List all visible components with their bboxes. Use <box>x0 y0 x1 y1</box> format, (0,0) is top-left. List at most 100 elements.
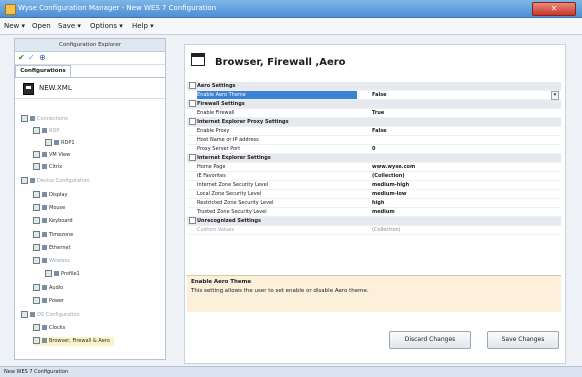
menu-options[interactable]: Options ▾ <box>90 22 123 30</box>
keyboard-icon <box>42 218 47 223</box>
save-changes-button[interactable]: Save Changes <box>487 331 559 349</box>
property-row[interactable]: Host Name or IP address <box>187 136 561 145</box>
tree-connections[interactable]: Connections <box>21 115 68 124</box>
network-icon <box>42 245 47 250</box>
tree-citrix[interactable]: Citrix <box>33 163 62 172</box>
wireless-icon <box>54 271 59 276</box>
tree-rdp1[interactable]: RDP1 <box>45 139 75 148</box>
tree-display[interactable]: Display <box>33 191 67 200</box>
property-row[interactable]: Enable Proxy False <box>187 127 561 136</box>
tree-vm-view[interactable]: VM View <box>33 151 70 160</box>
checkbox[interactable] <box>45 270 52 277</box>
checkbox[interactable] <box>33 204 40 211</box>
menu-new[interactable]: New ▾ <box>4 22 25 30</box>
mouse-icon <box>42 205 47 210</box>
dropdown-arrow-icon[interactable]: ▾ <box>551 91 559 100</box>
tree-mouse[interactable]: Mouse <box>33 204 65 213</box>
folder-icon <box>30 178 35 183</box>
checkbox[interactable] <box>45 139 52 146</box>
menu-open[interactable]: Open <box>32 22 51 30</box>
checkbox[interactable] <box>33 231 40 238</box>
property-row[interactable]: Enable Aero Theme False ▾ <box>187 91 561 100</box>
collapse-icon[interactable] <box>189 100 196 107</box>
tree-os-configuration[interactable]: OS Configuration <box>21 311 80 320</box>
property-row[interactable]: Enable Firewall True <box>187 109 561 118</box>
tree-clocks[interactable]: Clocks <box>33 324 65 333</box>
configuration-explorer: Configuration Explorer ✔ ✓ ⊕ Configurati… <box>14 38 166 360</box>
checkbox[interactable] <box>33 337 40 344</box>
checkbox[interactable] <box>21 115 28 122</box>
discard-changes-button[interactable]: Discard Changes <box>389 331 471 349</box>
property-row[interactable]: Internet Zone Security Level medium-high <box>187 181 561 190</box>
clock-icon <box>42 325 47 330</box>
checkbox[interactable] <box>33 257 40 264</box>
file-name: NEW.XML <box>39 84 72 92</box>
menu-help[interactable]: Help ▾ <box>132 22 154 30</box>
property-grid: Aero Settings Enable Aero Theme False ▾ Fi… <box>187 82 561 235</box>
expand-icon[interactable]: ⊕ <box>39 53 46 62</box>
checkbox[interactable] <box>21 177 28 184</box>
checkbox[interactable] <box>33 217 40 224</box>
app-icon <box>5 4 16 15</box>
property-row[interactable]: IE Favorites (Collection) <box>187 172 561 181</box>
tree-browser-firewall-aero[interactable]: Browser, Firewall & Aero <box>33 337 114 346</box>
collapse-icon[interactable] <box>189 82 196 89</box>
tree-audio[interactable]: Audio <box>33 284 63 293</box>
display-icon <box>42 192 47 197</box>
checkbox[interactable] <box>33 297 40 304</box>
power-icon <box>42 298 47 303</box>
page-title: Browser, Firewall ,Aero <box>215 57 346 68</box>
config-file[interactable]: NEW.XML <box>15 77 165 99</box>
checkbox[interactable] <box>33 127 40 134</box>
window-title: Wyse Configuration Manager - New WES 7 C… <box>18 4 217 12</box>
checkbox[interactable] <box>33 324 40 331</box>
checkbox[interactable] <box>33 284 40 291</box>
windows-icon <box>30 312 35 317</box>
checkbox[interactable] <box>33 163 40 170</box>
check-icon[interactable]: ✔ <box>18 53 25 62</box>
property-row[interactable]: Local Zone Security Level medium-low <box>187 190 561 199</box>
close-button[interactable]: ✕ <box>532 2 576 16</box>
description-panel: Enable Aero Theme This setting allows th… <box>187 275 561 312</box>
tree-keyboard[interactable]: Keyboard <box>33 217 73 226</box>
category-ie-settings[interactable]: Internet Explorer Settings <box>187 154 561 163</box>
property-row[interactable]: Trusted Zone Security Level medium <box>187 208 561 217</box>
property-row[interactable]: Proxy Server Port 0 <box>187 145 561 154</box>
window-icon <box>191 53 205 66</box>
tab-configurations[interactable]: Configurations <box>15 65 71 77</box>
description-title: Enable Aero Theme <box>191 279 252 285</box>
settings-panel: Browser, Firewall ,Aero Aero Settings En… <box>184 44 566 364</box>
checkbox[interactable] <box>33 191 40 198</box>
category-firewall-settings[interactable]: Firewall Settings <box>187 100 561 109</box>
category-aero-settings[interactable]: Aero Settings <box>187 82 561 91</box>
tree-rdp[interactable]: RDP <box>33 127 59 136</box>
check-all-icon[interactable]: ✓ <box>28 53 35 62</box>
tree-power[interactable]: Power <box>33 297 64 306</box>
collapse-icon[interactable] <box>189 217 196 224</box>
tree-timezone[interactable]: Timezone <box>33 231 73 240</box>
tree-device-configuration[interactable]: Device Configuration <box>21 177 90 186</box>
property-row[interactable]: Custom Values (Collection) <box>187 226 561 235</box>
tree-profile1[interactable]: Profile1 <box>45 270 80 279</box>
category-ie-proxy-settings[interactable]: Internet Explorer Proxy Settings <box>187 118 561 127</box>
title-bar: Wyse Configuration Manager - New WES 7 C… <box>0 0 582 18</box>
tree-ethernet[interactable]: Ethernet <box>33 244 71 253</box>
tree-wireless[interactable]: Wireless <box>33 257 70 266</box>
description-text: This setting allows the user to set enab… <box>191 288 369 294</box>
checkbox[interactable] <box>33 244 40 251</box>
collapse-icon[interactable] <box>189 154 196 161</box>
checkbox[interactable] <box>21 311 28 318</box>
checkbox[interactable] <box>33 151 40 158</box>
collapse-icon[interactable] <box>189 118 196 125</box>
clock-icon <box>42 232 47 237</box>
folder-icon <box>30 116 35 121</box>
status-bar: New WES 7 Configuration <box>0 366 582 377</box>
category-unrecognized-settings[interactable]: Unrecognized Settings <box>187 217 561 226</box>
property-row[interactable]: Restricted Zone Security Level high <box>187 199 561 208</box>
explorer-header: Configuration Explorer <box>15 39 165 52</box>
rdp-icon <box>42 128 47 133</box>
property-row[interactable]: Home Page www.wyse.com <box>187 163 561 172</box>
menu-save[interactable]: Save ▾ <box>58 22 81 30</box>
file-icon <box>23 83 34 95</box>
menu-bar: New ▾ Open Save ▾ Options ▾ Help ▾ <box>0 18 582 35</box>
